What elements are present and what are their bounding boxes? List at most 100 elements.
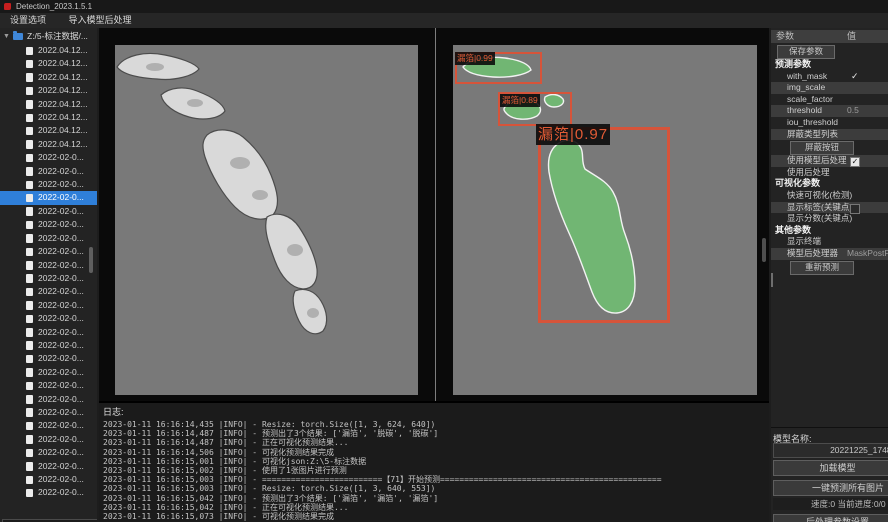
tree-item-label: 2022-02-0... [38, 165, 84, 178]
source-image-view[interactable] [115, 45, 418, 395]
file-icon [26, 207, 33, 216]
file-icon [26, 435, 33, 444]
tree-item[interactable]: 2022.04.12... [0, 57, 97, 70]
file-icon [26, 288, 33, 297]
tree-item[interactable]: 2022-02-0... [0, 352, 97, 365]
window-title: Detection_2023.1.5.1 [16, 0, 92, 13]
chevron-down-icon[interactable]: ▼ [3, 30, 10, 43]
file-icon [26, 261, 33, 270]
param-row[interactable]: with_mask✓ [771, 71, 888, 83]
tree-item[interactable]: 2022-02-0... [0, 232, 97, 245]
file-icon [26, 382, 33, 391]
load-model-button[interactable]: 加载模型 [773, 460, 888, 476]
panel-scrollbar[interactable] [771, 273, 773, 287]
tree-item[interactable]: 2022.04.12... [0, 98, 97, 111]
param-label: 使用模型后处理 [787, 155, 847, 167]
tree-item[interactable]: 2022-02-0... [0, 151, 97, 164]
menu-settings[interactable]: 设置选项 [0, 13, 56, 28]
app-window: Detection_2023.1.5.1 设置选项 导入模型后处理 ▼ Z:/5… [0, 0, 888, 522]
file-icon [26, 395, 33, 404]
title-bar: Detection_2023.1.5.1 [0, 0, 888, 13]
file-icon [26, 408, 33, 417]
tree-item[interactable]: 2022-02-0... [0, 205, 97, 218]
log-line: 2023-01-11 16:16:15,001 |INFO| - 可视化json… [103, 457, 769, 466]
tree-item[interactable]: 2022-02-0... [0, 460, 97, 473]
tree-item[interactable]: 2022-02-0... [0, 419, 97, 432]
param-row[interactable]: 使用模型后处理✓ [771, 155, 888, 167]
tree-item[interactable]: 2022.04.12... [0, 44, 97, 57]
postprocess-settings-button[interactable]: 后处理参数设置 [773, 514, 888, 522]
tree-item-label: 2022-02-0... [38, 486, 84, 499]
tree-item[interactable]: 2022.04.12... [0, 71, 97, 84]
save-params-button[interactable]: 保存参数 [777, 45, 835, 59]
log-panel[interactable]: 日志: 2023-01-11 16:16:14,435 |INFO| - Res… [99, 403, 769, 522]
tree-item[interactable]: 2022-02-0... [0, 339, 97, 352]
defect-blobs-illustration [115, 45, 418, 395]
param-row[interactable]: 快速可视化(检测) [771, 190, 888, 202]
tree-item[interactable]: 2022-02-0... [0, 379, 97, 392]
tree-item[interactable]: 2022-02-0... [0, 165, 97, 178]
tree-item[interactable]: 2022-02-0... [0, 312, 97, 325]
predict-all-button[interactable]: 一键预测所有图片 [773, 480, 888, 496]
param-col-value: 值 [847, 30, 856, 43]
log-line: 2023-01-11 16:16:15,042 |INFO| - 正在可视化预测… [103, 503, 769, 512]
tree-item[interactable]: 2022.04.12... [0, 124, 97, 137]
tree-item[interactable]: 2022.04.12... [0, 84, 97, 97]
tree-item[interactable]: 2022.04.12... [0, 111, 97, 124]
tree-item[interactable]: 2022-02-0... [0, 446, 97, 459]
tree-item[interactable]: 2022-02-0... [0, 473, 97, 486]
param-row[interactable]: 模型后处理器MaskPostPro [771, 248, 888, 260]
param-label: img_scale [787, 82, 825, 94]
tree-item[interactable]: 2022-02-0... [0, 285, 97, 298]
mask-types-button[interactable]: 屏蔽按钮 [790, 141, 854, 155]
file-icon [26, 328, 33, 337]
tree-item[interactable]: 2022-02-0... [0, 406, 97, 419]
file-icon [26, 449, 33, 458]
tree-item[interactable]: 2022-02-0... [0, 218, 97, 231]
tree-item[interactable]: 2022-02-0... [0, 393, 97, 406]
param-row[interactable]: img_scale [771, 82, 888, 94]
tree-item[interactable]: 2022-02-0... [0, 245, 97, 258]
tree-item[interactable]: 2022-02-0... [0, 366, 97, 379]
param-checkbox[interactable] [850, 204, 860, 214]
param-row[interactable]: threshold0.5 [771, 105, 888, 117]
tree-root[interactable]: ▼ Z:/5-标注数据/... [0, 30, 97, 43]
param-label: 屏蔽类型列表 [787, 129, 838, 141]
tree-item-label: 2022-02-0... [38, 312, 84, 325]
app-icon [4, 3, 11, 10]
param-row[interactable]: 屏蔽类型列表 [771, 129, 888, 141]
param-checkbox[interactable]: ✓ [850, 157, 860, 167]
panel-divider [771, 427, 888, 428]
tree-item[interactable]: 2022-02-0... [0, 272, 97, 285]
tree-item[interactable]: 2022-02-0... [0, 178, 97, 191]
repredict-button[interactable]: 重新预测 [790, 261, 854, 275]
check-icon: ✓ [851, 71, 859, 83]
file-icon [26, 47, 33, 56]
param-row[interactable]: 显示分数(关键点) [771, 213, 888, 225]
menu-import-postprocess[interactable]: 导入模型后处理 [59, 13, 142, 28]
file-icon [26, 181, 33, 190]
tree-item[interactable]: 2022-02-0... [0, 326, 97, 339]
param-row[interactable]: 显示标签(关键点) [771, 202, 888, 214]
param-row[interactable]: scale_factor [771, 94, 888, 106]
param-row[interactable]: iou_threshold [771, 117, 888, 129]
param-section-header: 可视化参数 [771, 178, 888, 190]
file-icon [26, 194, 33, 203]
tree-item[interactable]: 2022-02-0... [0, 299, 97, 312]
tree-scrollbar[interactable] [89, 247, 93, 273]
tree-item[interactable]: 2022-02-0... [0, 259, 97, 272]
model-name-field[interactable]: 20221225_174813 [773, 443, 888, 458]
param-row[interactable]: 使用后处理 [771, 167, 888, 179]
prediction-image-view[interactable]: 漏箔|0.99漏箔|0.89漏箔|0.97 [453, 45, 757, 395]
param-label: 快速可视化(检测) [787, 190, 852, 202]
tree-item-label: 2022.04.12... [38, 138, 88, 151]
param-row[interactable]: 显示终端 [771, 236, 888, 248]
tree-item[interactable]: 2022.04.12... [0, 138, 97, 151]
tree-item[interactable]: 2022-02-0... [0, 486, 97, 499]
param-section-header: 预测参数 [771, 59, 888, 71]
canvas-scrollbar[interactable] [762, 238, 766, 262]
tree-item[interactable]: 2022-02-0... [0, 433, 97, 446]
tree-item[interactable]: 2022-02-0... [0, 191, 97, 204]
file-icon [26, 341, 33, 350]
image-splitter[interactable] [435, 28, 437, 401]
